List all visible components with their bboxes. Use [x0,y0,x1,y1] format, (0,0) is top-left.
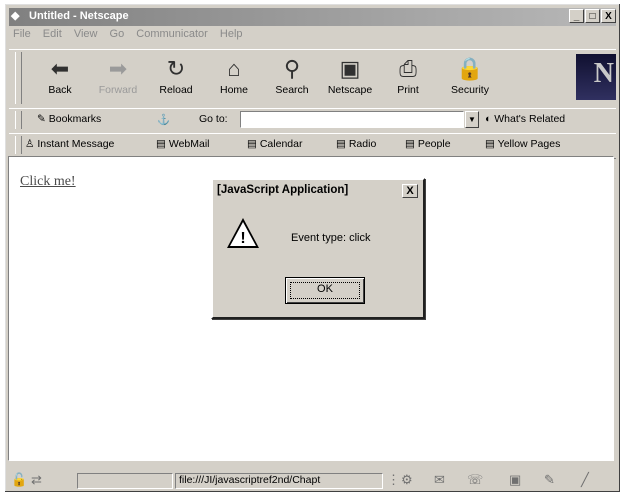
discussion-component-icon[interactable]: ☏ [467,472,483,488]
edit-component-icon[interactable]: ✎ [544,472,555,488]
webmail-button[interactable]: ▤ WebMail [156,138,210,150]
radio-button[interactable]: ▤ Radio [336,138,376,150]
click-me-link[interactable]: Click me! [20,174,76,190]
minimize-button[interactable]: _ [569,9,584,23]
print-button[interactable]: ⎙ Print [379,54,437,104]
home-button[interactable]: ⌂ Home [205,54,263,104]
menu-file[interactable]: File [13,28,31,40]
toolbar-grip[interactable] [15,52,22,104]
security-button[interactable]: 🔒 Security [441,54,499,104]
back-arrow-icon: ⬅ [50,56,70,81]
focus-rectangle [290,282,360,299]
menu-help[interactable]: Help [220,28,243,40]
netscape-window-icon: ◆ [11,10,20,22]
print-icon: ⎙ [399,56,417,81]
people-button[interactable]: ▤ People [405,138,451,150]
window-title: Untitled - Netscape [29,10,129,22]
menu-view[interactable]: View [74,28,98,40]
reload-button[interactable]: ↻ Reload [147,54,205,104]
person-icon: ♙ [25,138,35,150]
bookmark-page-icon: ▤ [485,138,495,150]
maximize-button[interactable]: □ [585,9,600,23]
bookmark-page-icon: ▤ [156,138,166,150]
title-bar: ◆ Untitled - Netscape _ □ X [9,8,616,26]
connection-status-icon: ⇄ [31,472,42,487]
dialog-close-button[interactable]: X [402,184,418,198]
bookmark-page-icon: ▤ [336,138,346,150]
dialog-message: Event type: click [291,232,371,244]
navigation-toolbar: ⬅ Back ➡ Forward ↻ Reload ⌂ Home ⚲ Searc… [9,49,616,109]
progress-bar [77,473,173,489]
netscape-button[interactable]: ▣ Netscape [321,54,379,104]
menu-edit[interactable]: Edit [43,28,62,40]
personal-grip[interactable] [15,136,22,154]
search-button[interactable]: ⚲ Search [263,54,321,104]
warning-icon-mark: ! [240,230,246,247]
navigator-component-icon[interactable]: ⚙ [401,472,413,488]
yellow-pages-button[interactable]: ▤ Yellow Pages [485,138,560,150]
menu-communicator[interactable]: Communicator [136,28,208,40]
dialog-title: [JavaScript Application] [217,184,349,196]
page-proxy-icon[interactable]: ⚓ [157,113,170,126]
location-grip[interactable] [15,111,22,129]
lock-icon: 🔒 [456,56,484,81]
status-bar: 🔓 ⇄ file:///JI/javascriptref2nd/Chapt ⋮ … [9,471,616,491]
instant-message-button[interactable]: ♙ Instant Message [25,138,114,150]
ok-button[interactable]: OK [285,277,365,304]
menu-go[interactable]: Go [110,28,125,40]
mail-component-icon[interactable]: ✉ [434,472,445,488]
forward-arrow-icon: ➡ [108,56,128,81]
composer-component-icon[interactable]: ▣ [509,472,521,488]
calendar-button[interactable]: ▤ Calendar [247,138,302,150]
whats-related-button[interactable]: ◐ What's Related [485,113,565,125]
security-lock-icon[interactable]: 🔓 [11,472,27,488]
resize-grip[interactable]: ⋮ [387,472,400,488]
offline-icon[interactable]: ╱ [581,472,589,488]
dialog-title-bar: [JavaScript Application] X [215,182,421,200]
reload-icon: ↻ [166,56,186,81]
status-text: file:///JI/javascriptref2nd/Chapt [179,474,321,486]
forward-button[interactable]: ➡ Forward [89,54,147,104]
location-toolbar: ✎ Bookmarks ⚓ Go to: ▼ ◐ What's Related [9,108,616,134]
netscape-icon: ▣ [339,56,361,81]
search-icon: ⚲ [283,56,301,81]
url-dropdown-button[interactable]: ▼ [465,111,479,128]
back-button[interactable]: ⬅ Back [31,54,89,104]
home-icon: ⌂ [227,56,241,81]
bookmarks-button[interactable]: ✎ Bookmarks [37,113,101,125]
url-input[interactable] [240,111,464,128]
close-button[interactable]: X [601,9,616,23]
bookmarks-icon: ✎ [37,113,46,125]
alert-dialog: [JavaScript Application] X ! Event type:… [211,178,425,319]
bookmark-page-icon: ▤ [247,138,257,150]
bookmark-page-icon: ▤ [405,138,415,150]
whats-related-icon: ◐ [485,113,492,125]
goto-label: Go to: [199,113,228,125]
menu-bar: File Edit View Go Communicator Help [13,28,252,46]
netscape-logo[interactable]: N [576,54,616,100]
